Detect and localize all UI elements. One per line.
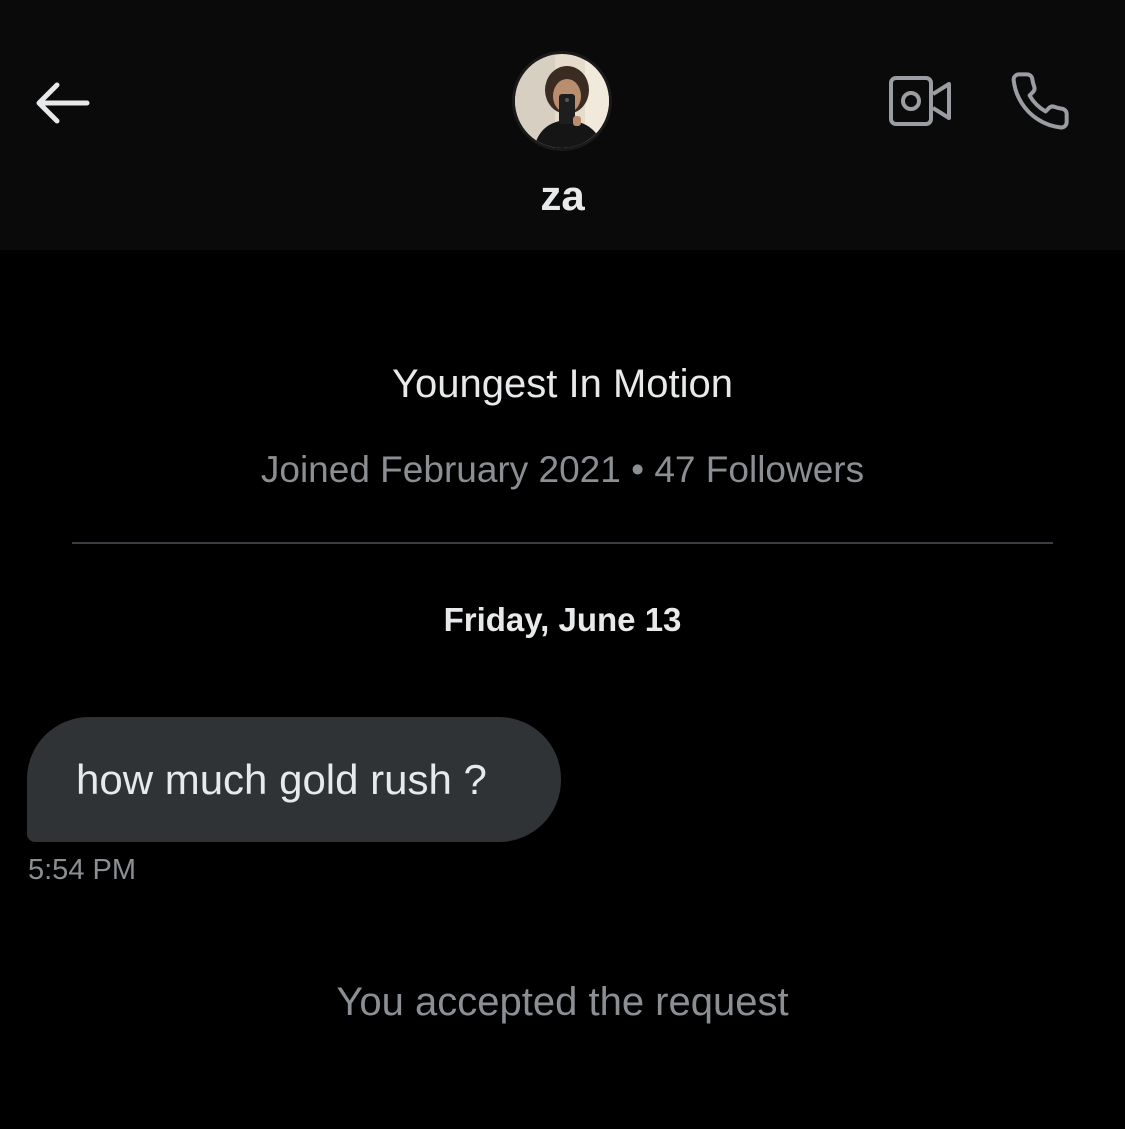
message-bubble[interactable]: how much gold rush ? <box>27 717 561 842</box>
conversation-header: za <box>0 0 1125 250</box>
divider <box>72 542 1053 544</box>
contact-name[interactable]: za <box>0 172 1125 220</box>
video-call-button[interactable] <box>884 68 956 134</box>
system-note: You accepted the request <box>336 980 789 1024</box>
arrow-left-icon <box>36 82 90 124</box>
contact-avatar[interactable] <box>512 51 612 151</box>
date-separator: Friday, June 13 <box>443 601 682 638</box>
profile-display-name[interactable]: Youngest In Motion <box>0 362 1125 407</box>
video-camera-icon <box>889 76 951 126</box>
message-timestamp: 5:54 PM <box>28 854 136 886</box>
voice-call-button[interactable] <box>1003 64 1077 138</box>
avatar-photo <box>515 54 609 148</box>
followers-count[interactable]: 47 Followers <box>654 449 864 490</box>
message-text: how much gold rush ? <box>76 755 487 803</box>
joined-date: Joined February 2021 <box>260 449 621 490</box>
phone-icon <box>1011 72 1069 130</box>
meta-separator: • <box>620 449 655 490</box>
back-button[interactable] <box>28 70 94 136</box>
profile-meta: Joined February 2021 • 47 Followers <box>0 449 1125 491</box>
